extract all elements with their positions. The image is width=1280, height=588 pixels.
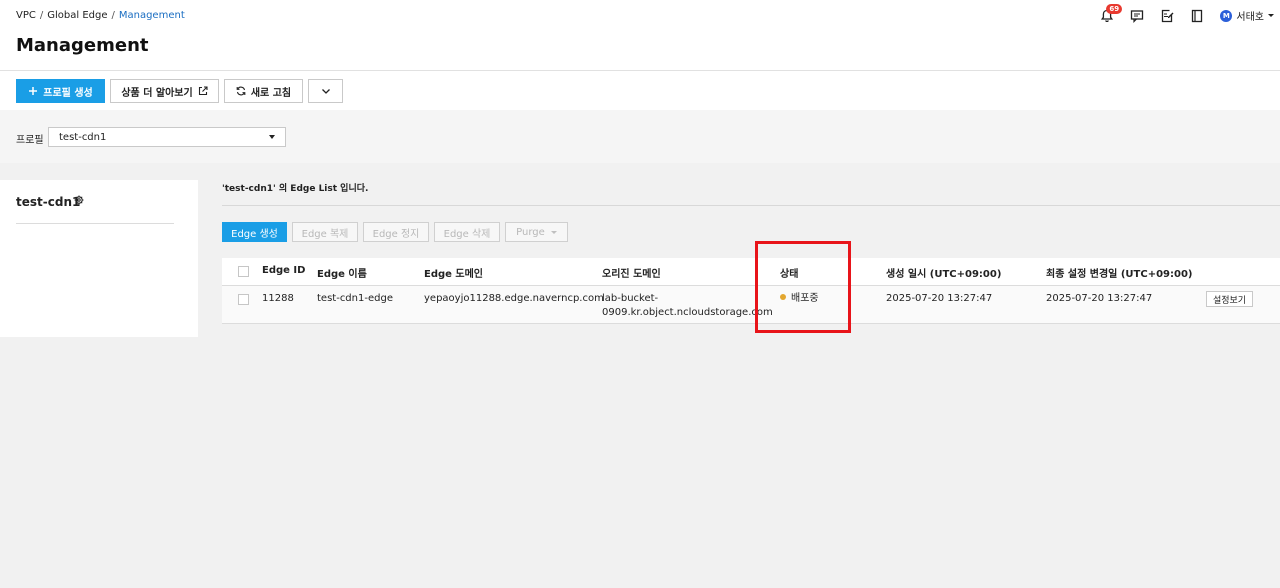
created-at-cell: 2025-07-20 13:27:47 <box>886 293 993 304</box>
row-checkbox[interactable] <box>238 294 249 305</box>
column-edge-id[interactable]: Edge ID <box>262 265 305 276</box>
book-icon[interactable] <box>1190 9 1204 23</box>
external-link-icon <box>198 86 208 96</box>
edit-document-icon[interactable] <box>1160 9 1174 23</box>
chat-icon[interactable] <box>1130 9 1144 23</box>
refresh-button[interactable]: 새로 고침 <box>224 79 303 103</box>
edge-table: Edge ID Edge 이름 Edge 도메인 오리진 도메인 상태 생성 일… <box>222 258 1280 324</box>
view-settings-button[interactable]: 설정보기 <box>1206 291 1253 307</box>
user-menu[interactable]: M 서태호 <box>1220 8 1274 23</box>
breadcrumb-vpc[interactable]: VPC <box>16 10 36 21</box>
header-actions: 69 M 서태호 <box>1100 3 1274 23</box>
breadcrumb-separator: / <box>39 10 44 21</box>
create-profile-button[interactable]: 프로필 생성 <box>16 79 105 103</box>
create-profile-label: 프로필 생성 <box>43 87 93 99</box>
edge-domain-cell: yepaoyjo11288.edge.naverncp.com <box>424 293 604 304</box>
breadcrumb: VPC / Global Edge / Management <box>16 10 185 21</box>
chevron-down-icon <box>321 89 330 94</box>
bell-icon[interactable]: 69 <box>1100 3 1123 23</box>
column-edge-name[interactable]: Edge 이름 <box>317 265 367 280</box>
notification-badge: 69 <box>1106 3 1123 14</box>
origin-domain-cell: lab-bucket- 0909.kr.object.ncloudstorage… <box>602 292 773 320</box>
caret-down-icon <box>550 230 557 234</box>
edge-id-cell: 11288 <box>262 293 294 304</box>
copy-edge-button[interactable]: Edge 복제 <box>292 222 358 242</box>
profile-select-value: test-cdn1 <box>59 131 107 143</box>
profile-select[interactable]: test-cdn1 <box>48 127 286 147</box>
more-actions-button[interactable] <box>308 79 343 103</box>
stop-edge-button[interactable]: Edge 정지 <box>363 222 429 242</box>
chevron-down-icon <box>1268 14 1274 17</box>
column-edge-domain[interactable]: Edge 도메인 <box>424 265 483 280</box>
purge-button[interactable]: Purge <box>505 222 568 242</box>
gear-icon[interactable] <box>74 195 84 205</box>
edge-name-cell: test-cdn1-edge <box>317 293 393 304</box>
edge-actions: Edge 생성 Edge 복제 Edge 정지 Edge 삭제 Purge <box>222 222 568 242</box>
create-edge-button[interactable]: Edge 생성 <box>222 222 287 242</box>
profile-label: 프로필 <box>16 135 44 146</box>
select-all-checkbox[interactable] <box>238 266 249 277</box>
refresh-icon <box>236 86 246 96</box>
updated-at-cell: 2025-07-20 13:27:47 <box>1046 293 1153 304</box>
edge-list-caption: 'test-cdn1' 의 Edge List 입니다. <box>222 184 369 194</box>
learn-more-button[interactable]: 상품 더 알아보기 <box>110 79 219 103</box>
profile-selector-row: 프로필 test-cdn1 <box>0 110 1280 163</box>
table-row[interactable]: 11288 test-cdn1-edge yepaoyjo11288.edge.… <box>222 286 1280 324</box>
column-updated-at[interactable]: 최종 설정 변경일 (UTC+09:00) <box>1046 265 1192 280</box>
column-origin-domain[interactable]: 오리진 도메인 <box>602 265 661 280</box>
breadcrumb-management: Management <box>118 10 185 21</box>
profile-panel-title: test-cdn1 <box>16 195 81 209</box>
page-title: Management <box>16 35 149 56</box>
status-highlight-box <box>755 241 851 333</box>
divider <box>0 70 1280 71</box>
origin-domain-line: lab-bucket- <box>602 293 659 304</box>
plus-icon <box>29 87 38 95</box>
toolbar: 프로필 생성 상품 더 알아보기 새로 고침 <box>16 79 343 103</box>
user-name: 서태호 <box>1236 12 1264 23</box>
delete-edge-button[interactable]: Edge 삭제 <box>434 222 500 242</box>
refresh-label: 새로 고침 <box>250 87 292 99</box>
origin-domain-line: 0909.kr.object.ncloudstorage.com <box>602 307 773 318</box>
divider <box>16 223 174 224</box>
learn-more-label: 상품 더 알아보기 <box>121 87 193 99</box>
purge-label: Purge <box>516 226 545 238</box>
avatar: M <box>1220 9 1233 22</box>
breadcrumb-global-edge[interactable]: Global Edge <box>47 10 107 21</box>
divider <box>222 205 1280 206</box>
profile-panel: test-cdn1 <box>0 180 198 337</box>
breadcrumb-separator: / <box>111 10 115 21</box>
column-created-at[interactable]: 생성 일시 (UTC+09:00) <box>886 265 1001 280</box>
top-header: VPC / Global Edge / Management Managemen… <box>0 0 1280 110</box>
caret-down-icon <box>269 135 275 139</box>
table-header: Edge ID Edge 이름 Edge 도메인 오리진 도메인 상태 생성 일… <box>222 258 1280 286</box>
